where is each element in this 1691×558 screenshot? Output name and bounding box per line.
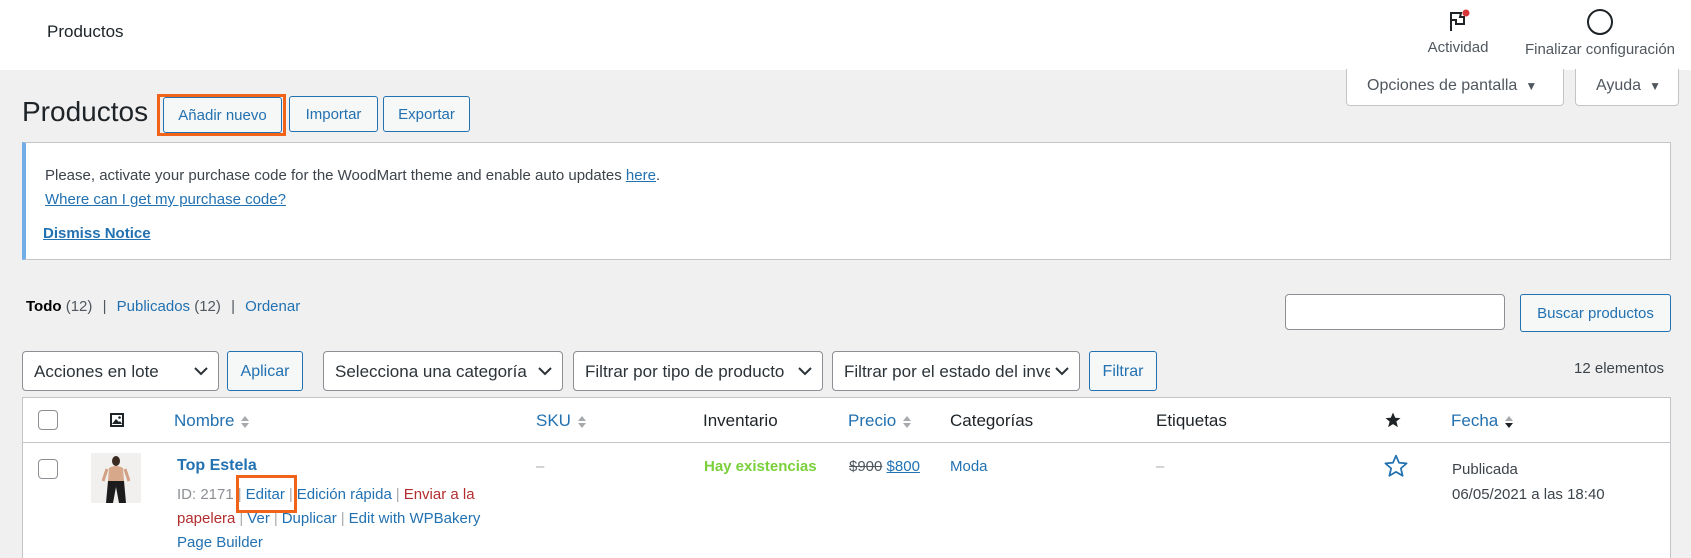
export-button[interactable]: Exportar	[383, 96, 470, 132]
views-nav: Todo (12) | Publicados (12) | Ordenar	[26, 298, 301, 315]
row-checkbox[interactable]	[38, 459, 58, 479]
category-link[interactable]: Moda	[950, 458, 988, 475]
column-categories: Categorías	[950, 411, 1034, 430]
column-name[interactable]: Nombre	[174, 411, 250, 431]
product-type-select[interactable]: Filtrar por tipo de producto	[573, 351, 823, 391]
finish-setup-button[interactable]: Finalizar configuración	[1516, 8, 1684, 58]
notice-text: Please, activate your purchase code for …	[45, 167, 661, 184]
tags-value: –	[1156, 458, 1165, 475]
search-input[interactable]	[1285, 294, 1505, 330]
sort-icon	[903, 415, 912, 428]
view-all-link[interactable]: Todo	[26, 298, 62, 315]
chevron-down-icon	[798, 367, 812, 376]
top-bar: Productos Actividad Finalizar configurac…	[0, 0, 1691, 70]
purchase-code-link[interactable]: Where can I get my purchase code?	[45, 191, 286, 208]
apply-button[interactable]: Aplicar	[227, 351, 303, 391]
price-value: $900 $800	[849, 458, 920, 475]
activity-label: Actividad	[1427, 39, 1489, 56]
column-stock: Inventario	[703, 411, 778, 430]
page-title: Productos	[22, 96, 149, 127]
star-outline-icon[interactable]	[1383, 453, 1409, 479]
quick-edit-link[interactable]: Edición rápida	[297, 486, 392, 503]
post-date: 06/05/2021 a las 18:40	[1452, 486, 1605, 503]
sort-desc-icon	[1505, 415, 1514, 428]
date-cell: Publicada 06/05/2021 a las 18:40	[1452, 457, 1605, 507]
product-id: ID: 2171	[177, 486, 234, 503]
select-all-checkbox[interactable]	[38, 410, 58, 430]
column-sku[interactable]: SKU	[536, 411, 587, 431]
product-thumbnail[interactable]	[91, 453, 141, 503]
product-image	[91, 453, 141, 503]
notice-here-link[interactable]: here	[626, 167, 656, 184]
sale-price: $800	[886, 458, 920, 475]
star-filled-icon[interactable]	[1384, 411, 1402, 429]
view-sort-link[interactable]: Ordenar	[245, 298, 300, 315]
product-name-link[interactable]: Top Estela	[177, 457, 257, 475]
help-button[interactable]: Ayuda ▼	[1575, 69, 1679, 106]
activity-button[interactable]: Actividad	[1418, 8, 1498, 56]
flag-icon	[1450, 9, 1470, 31]
stock-status: Hay existencias	[704, 458, 817, 475]
bulk-actions-select[interactable]: Acciones en lote	[22, 351, 219, 391]
highlight-box	[236, 475, 297, 513]
caret-down-icon: ▼	[1525, 79, 1538, 93]
post-status: Publicada	[1452, 461, 1518, 478]
screen-options-button[interactable]: Opciones de pantalla ▼	[1346, 69, 1564, 106]
activation-notice: Please, activate your purchase code for …	[22, 142, 1671, 260]
chevron-down-icon	[194, 367, 208, 376]
table-header: Nombre SKU Inventario Precio Categorías …	[23, 398, 1670, 443]
chevron-down-icon	[1055, 367, 1069, 376]
help-label: Ayuda	[1596, 77, 1642, 94]
image-icon	[110, 413, 124, 427]
screen-options-label: Opciones de pantalla	[1367, 77, 1518, 94]
items-count: 12 elementos	[1574, 360, 1665, 377]
category-select[interactable]: Selecciona una categoría	[323, 351, 563, 391]
sort-icon	[241, 415, 250, 428]
search-products-button[interactable]: Buscar productos	[1520, 294, 1671, 332]
highlight-box	[157, 94, 286, 136]
regular-price: $900	[849, 458, 883, 475]
column-date[interactable]: Fecha	[1451, 411, 1514, 431]
stock-status-select[interactable]: Filtrar por el estado del inventario	[832, 351, 1080, 391]
column-tags: Etiquetas	[1156, 411, 1227, 430]
sku-value: –	[536, 458, 545, 475]
filter-button[interactable]: Filtrar	[1089, 351, 1157, 391]
row-actions: ID: 2171 | Editar | Edición rápida | Enviar a …	[177, 486, 481, 551]
top-bar-title: Productos	[47, 22, 124, 41]
view-published-link[interactable]: Publicados	[117, 298, 190, 315]
chevron-down-icon	[538, 367, 552, 376]
column-price[interactable]: Precio	[848, 411, 912, 431]
sort-icon	[577, 415, 586, 428]
finish-setup-label: Finalizar configuración	[1524, 41, 1676, 58]
caret-down-icon: ▼	[1649, 79, 1661, 93]
progress-circle-icon	[1587, 9, 1613, 35]
import-button[interactable]: Importar	[289, 96, 378, 132]
dismiss-notice-link[interactable]: Dismiss Notice	[43, 225, 151, 242]
